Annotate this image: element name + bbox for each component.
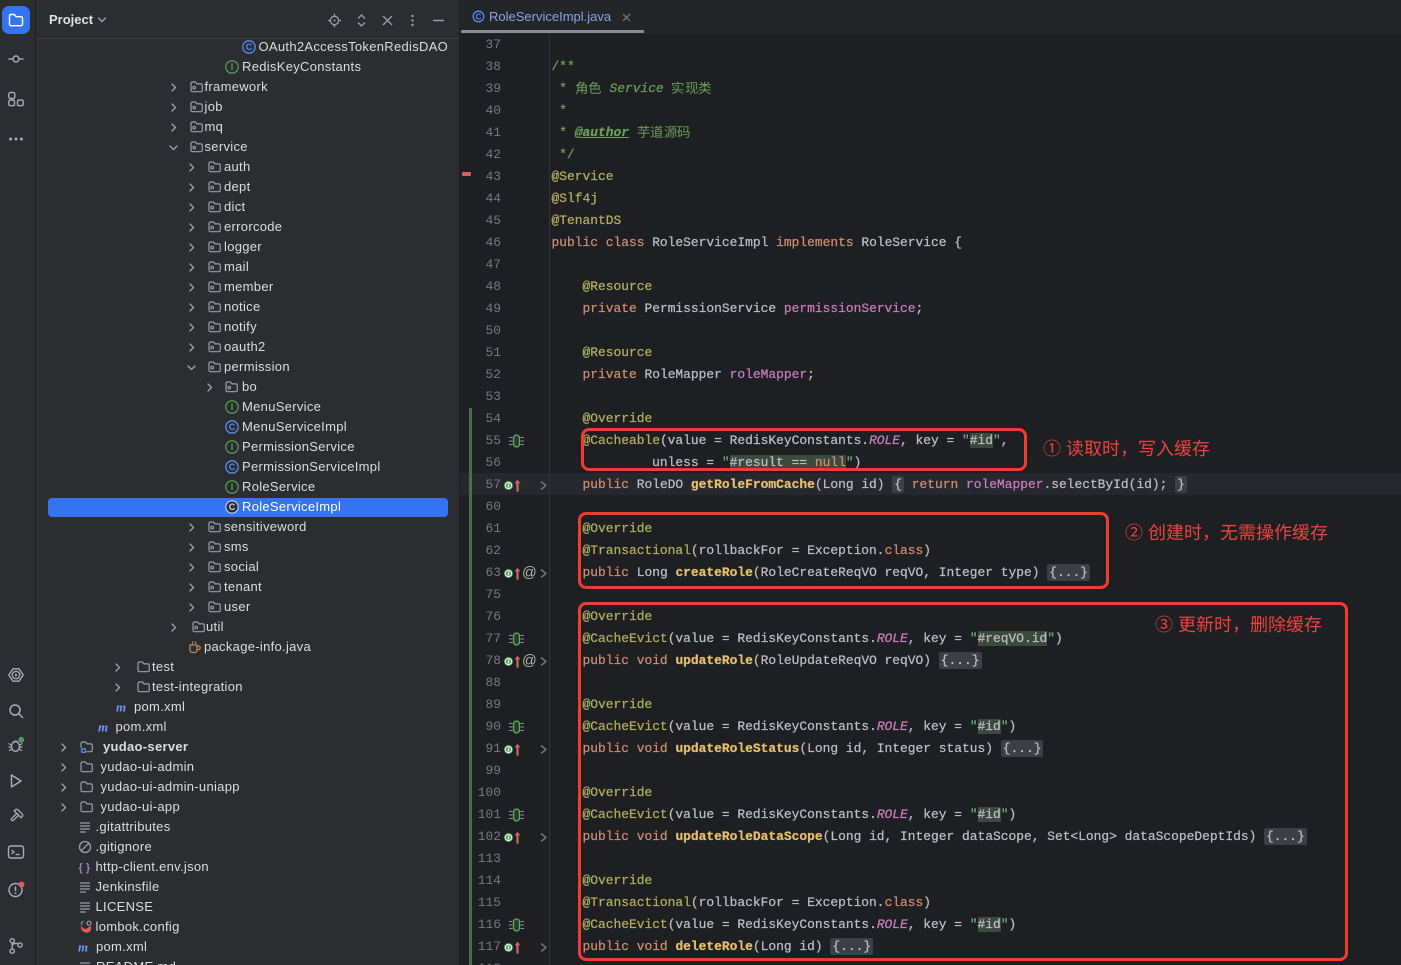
svg-text:C: C [229,422,236,432]
svg-text:C: C [475,13,481,22]
svg-text:I: I [231,442,234,452]
svg-text:C: C [229,502,236,512]
svg-text:C: C [229,462,236,472]
svg-text:m: m [78,940,88,955]
svg-text:m: m [116,700,126,715]
svg-text:m: m [98,720,108,735]
svg-text:I: I [231,62,234,72]
svg-text:I: I [231,402,234,412]
svg-text:C: C [245,42,252,52]
svg-text:{ }: { } [78,862,90,874]
svg-text:I: I [231,482,234,492]
